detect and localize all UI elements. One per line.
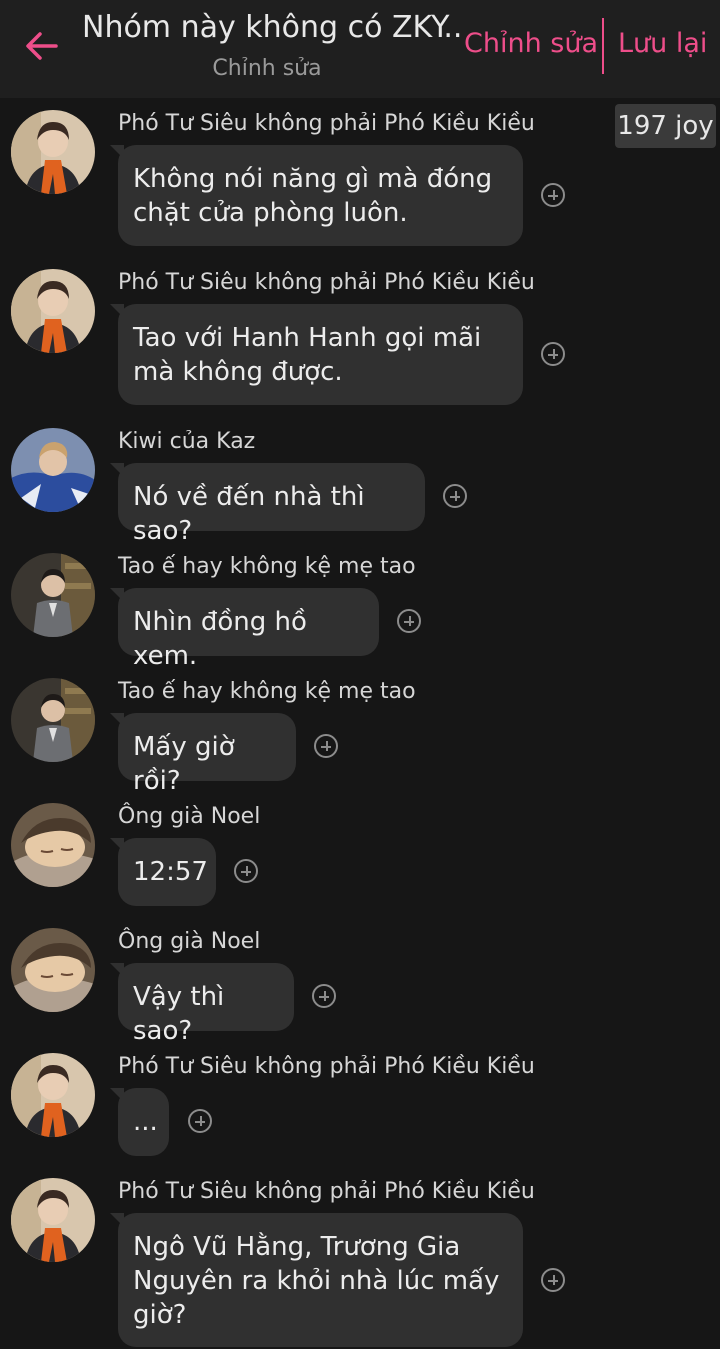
sleeping-avatar-icon bbox=[11, 928, 95, 1012]
avatar[interactable] bbox=[11, 928, 95, 1012]
orange-scarf-avatar-icon bbox=[11, 269, 95, 353]
avatar[interactable] bbox=[11, 803, 95, 887]
avatar[interactable] bbox=[11, 269, 95, 353]
header-divider bbox=[602, 18, 604, 74]
back-button[interactable] bbox=[20, 24, 64, 68]
avatar[interactable] bbox=[11, 428, 95, 512]
sender-name: Kiwi của Kaz bbox=[118, 429, 256, 454]
add-reaction-icon[interactable] bbox=[314, 734, 338, 758]
chat-title: Nhóm này không có ZKY... bbox=[82, 10, 462, 45]
message-bubble[interactable]: Tao với Hanh Hanh gọi mãi mà không được. bbox=[110, 304, 523, 405]
message-text: ... bbox=[133, 1107, 158, 1137]
add-reaction-icon[interactable] bbox=[541, 342, 565, 366]
message-text: 12:57 bbox=[133, 857, 208, 887]
suit-avatar-icon bbox=[11, 553, 95, 637]
blue-jacket-avatar-icon bbox=[11, 428, 95, 512]
add-reaction-icon[interactable] bbox=[312, 984, 336, 1008]
avatar[interactable] bbox=[11, 1178, 95, 1262]
add-reaction-icon[interactable] bbox=[541, 183, 565, 207]
joy-badge: 197 joy bbox=[615, 104, 716, 148]
add-reaction-icon[interactable] bbox=[188, 1109, 212, 1133]
avatar[interactable] bbox=[11, 1053, 95, 1137]
app-header: Nhóm này không có ZKY... Chỉnh sửa Chỉnh… bbox=[0, 0, 720, 98]
avatar[interactable] bbox=[11, 110, 95, 194]
orange-scarf-avatar-icon bbox=[11, 110, 95, 194]
message-text: Nó về đến nhà thì sao? bbox=[133, 482, 365, 546]
add-reaction-icon[interactable] bbox=[397, 609, 421, 633]
message-bubble[interactable]: Nhìn đồng hồ xem. bbox=[110, 588, 379, 671]
message-bubble[interactable]: Mấy giờ rồi? bbox=[110, 713, 296, 796]
message-text: Ngô Vũ Hằng, Trương Gia Nguyên ra khỏi n… bbox=[133, 1232, 500, 1330]
message-bubble[interactable]: Ngô Vũ Hằng, Trương Gia Nguyên ra khỏi n… bbox=[110, 1213, 523, 1347]
arrow-left-icon bbox=[26, 32, 58, 60]
orange-scarf-avatar-icon bbox=[11, 1178, 95, 1262]
message-text: Mấy giờ rồi? bbox=[133, 732, 235, 796]
message-bubble[interactable]: Nó về đến nhà thì sao? bbox=[110, 463, 425, 546]
sender-name: Phó Tư Siêu không phải Phó Kiều Kiều bbox=[118, 270, 535, 295]
message-text: Không nói năng gì mà đóng chặt cửa phòng… bbox=[133, 164, 493, 228]
message-bubble[interactable]: Vậy thì sao? bbox=[110, 963, 294, 1046]
avatar[interactable] bbox=[11, 553, 95, 637]
message-text: Vậy thì sao? bbox=[133, 982, 225, 1046]
message-text: Nhìn đồng hồ xem. bbox=[133, 607, 307, 671]
message-text: Tao với Hanh Hanh gọi mãi mà không được. bbox=[133, 323, 482, 387]
add-reaction-icon[interactable] bbox=[541, 1268, 565, 1292]
sender-name: Phó Tư Siêu không phải Phó Kiều Kiều bbox=[118, 1179, 535, 1204]
sender-name: Phó Tư Siêu không phải Phó Kiều Kiều bbox=[118, 111, 535, 136]
message-bubble[interactable]: ... bbox=[110, 1088, 169, 1156]
add-reaction-icon[interactable] bbox=[234, 859, 258, 883]
avatar[interactable] bbox=[11, 678, 95, 762]
chat-subtitle: Chỉnh sửa bbox=[212, 56, 322, 81]
sender-name: Tao ế hay không kệ mẹ tao bbox=[118, 679, 416, 704]
save-button[interactable]: Lưu lại bbox=[618, 28, 707, 59]
message-bubble[interactable]: 12:57 bbox=[110, 838, 216, 906]
edit-button[interactable]: Chỉnh sửa bbox=[464, 28, 598, 59]
sender-name: Ông già Noel bbox=[118, 929, 261, 954]
sleeping-avatar-icon bbox=[11, 803, 95, 887]
orange-scarf-avatar-icon bbox=[11, 1053, 95, 1137]
sender-name: Tao ế hay không kệ mẹ tao bbox=[118, 554, 416, 579]
message-bubble[interactable]: Không nói năng gì mà đóng chặt cửa phòng… bbox=[110, 145, 523, 246]
sender-name: Ông già Noel bbox=[118, 804, 261, 829]
suit-avatar-icon bbox=[11, 678, 95, 762]
sender-name: Phó Tư Siêu không phải Phó Kiều Kiều bbox=[118, 1054, 535, 1079]
add-reaction-icon[interactable] bbox=[443, 484, 467, 508]
